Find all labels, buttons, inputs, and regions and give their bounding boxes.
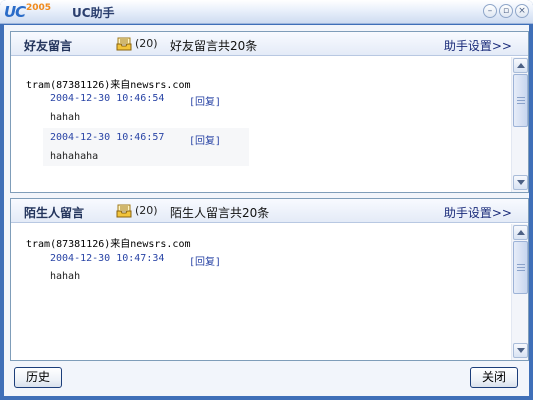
friend-list-scrollbar[interactable] — [511, 57, 528, 192]
scroll-up-button[interactable] — [513, 58, 528, 73]
reply-link[interactable]: [回复] — [189, 132, 221, 147]
uc-logo: UC 2005 — [4, 3, 60, 21]
friend-assistant-settings-link[interactable]: 助手设置>> — [444, 37, 512, 54]
title-bar[interactable]: UC 2005 UC助手 – ▫ × — [0, 0, 533, 24]
arrow-down-icon — [517, 348, 525, 353]
restore-button[interactable]: ▫ — [499, 4, 513, 18]
reply-link[interactable]: [回复] — [189, 93, 221, 108]
friend-sender-line: tram(87381126)来自newsrs.com — [26, 80, 191, 91]
friend-messages-panel: 好友留言 (20) 好友留言共20条 助手设置>> tram(87381126)… — [10, 31, 529, 193]
scroll-thumb[interactable] — [513, 74, 528, 127]
message-entry: 2004-12-30 10:46:57 [回复] hahahaha — [43, 128, 249, 166]
scroll-down-button[interactable] — [513, 343, 528, 358]
reply-link[interactable]: [回复] — [189, 253, 221, 268]
history-button[interactable]: 历史 — [14, 367, 62, 388]
stranger-panel-header: 陌生人留言 (20) 陌生人留言共20条 助手设置>> — [11, 199, 528, 223]
friend-message-total: 好友留言共20条 — [170, 39, 258, 53]
grip-line — [517, 270, 525, 271]
message-entry: 2004-12-30 10:47:34 [回复] hahah — [43, 253, 249, 289]
stranger-panel-title: 陌生人留言 — [24, 206, 85, 220]
window-body: 好友留言 (20) 好友留言共20条 助手设置>> tram(87381126)… — [4, 25, 529, 396]
inbox-envelope-icon — [116, 204, 132, 218]
grip-line — [517, 100, 525, 101]
friend-panel-title: 好友留言 — [24, 39, 73, 53]
close-window-button[interactable]: × — [515, 4, 529, 18]
stranger-assistant-settings-link[interactable]: 助手设置>> — [444, 204, 512, 221]
friend-panel-header: 好友留言 (20) 好友留言共20条 助手设置>> — [11, 32, 528, 56]
message-entry: 2004-12-30 10:46:54 [回复] hahah — [43, 93, 249, 129]
message-timestamp: 2004-12-30 10:46:57 — [50, 132, 165, 143]
message-text: hahah — [50, 271, 81, 282]
minimize-button[interactable]: – — [483, 4, 497, 18]
message-timestamp: 2004-12-30 10:46:54 — [50, 93, 165, 104]
grip-line — [517, 264, 525, 265]
logo-text: UC — [4, 3, 26, 21]
grip-line — [517, 267, 525, 268]
stranger-list-scrollbar[interactable] — [511, 224, 528, 360]
grip-line — [517, 103, 525, 104]
stranger-messages-panel: 陌生人留言 (20) 陌生人留言共20条 助手设置>> tram(8738112… — [10, 198, 529, 361]
arrow-up-icon — [517, 230, 525, 235]
close-button[interactable]: 关闭 — [470, 367, 518, 388]
scroll-up-button[interactable] — [513, 225, 528, 240]
scroll-thumb[interactable] — [513, 241, 528, 294]
friend-message-count: (20) — [135, 37, 158, 50]
logo-year: 2005 — [26, 3, 52, 13]
grip-line — [517, 97, 525, 98]
stranger-sender-line: tram(87381126)来自newsrs.com — [26, 239, 191, 250]
stranger-message-total: 陌生人留言共20条 — [170, 206, 270, 220]
uc-assistant-window: UC 2005 UC助手 – ▫ × 好友留言 (20) 好友留言共20条 助手… — [0, 0, 533, 400]
stranger-message-count: (20) — [135, 204, 158, 217]
friend-message-list[interactable]: tram(87381126)来自newsrs.com 2004-12-30 10… — [11, 57, 510, 192]
window-title: UC助手 — [72, 6, 115, 20]
scroll-down-button[interactable] — [513, 175, 528, 190]
inbox-envelope-icon — [116, 37, 132, 51]
message-text: hahah — [50, 112, 81, 123]
message-text: hahahaha — [50, 151, 99, 162]
stranger-message-list[interactable]: tram(87381126)来自newsrs.com 2004-12-30 10… — [11, 224, 510, 360]
arrow-down-icon — [517, 180, 525, 185]
message-timestamp: 2004-12-30 10:47:34 — [50, 253, 165, 264]
arrow-up-icon — [517, 63, 525, 68]
